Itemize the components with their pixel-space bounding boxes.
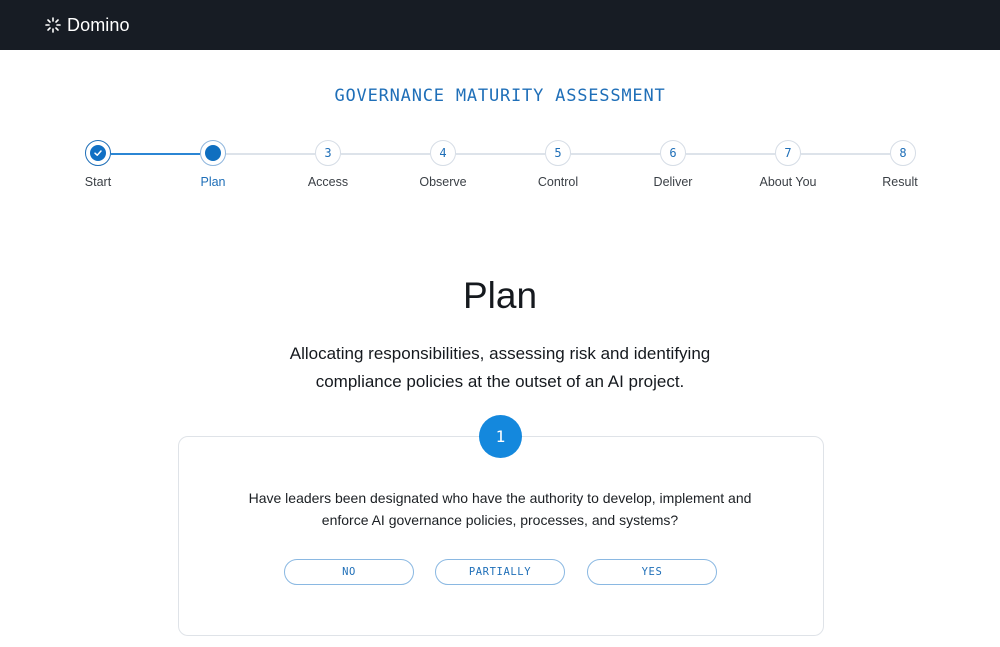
step-connector <box>801 153 890 155</box>
brand-logo[interactable]: Domino <box>45 13 130 37</box>
step-access-node[interactable]: 3 <box>315 140 341 166</box>
step-connector <box>571 153 660 155</box>
step-start-node[interactable] <box>85 140 111 166</box>
question-card <box>178 436 824 636</box>
question-text: Have leaders been designated who have th… <box>248 490 752 528</box>
step-deliver-node[interactable]: 6 <box>660 140 686 166</box>
step-label-control: Control <box>537 175 579 189</box>
top-navigation-bar: Domino <box>0 0 1000 50</box>
step-control-node[interactable]: 5 <box>545 140 571 166</box>
step-connector <box>226 153 315 155</box>
progress-stepper: 3 4 5 6 7 8 Start Plan Access Observe Co… <box>0 140 1000 200</box>
step-connector <box>456 153 545 155</box>
step-about-you-node[interactable]: 7 <box>775 140 801 166</box>
step-connector <box>341 153 430 155</box>
step-label-plan: Plan <box>200 175 226 189</box>
current-step-dot-icon <box>205 145 221 161</box>
checkmark-icon <box>90 145 106 161</box>
step-observe-node[interactable]: 4 <box>430 140 456 166</box>
step-label-deliver: Deliver <box>653 175 693 189</box>
answer-partially-button[interactable]: PARTIALLY <box>435 559 565 585</box>
assessment-title: GOVERNANCE MATURITY ASSESSMENT <box>334 86 666 106</box>
step-label-access: Access <box>307 175 349 189</box>
section-title: Plan <box>462 275 538 316</box>
step-result-node[interactable]: 8 <box>890 140 916 166</box>
brand-name: Domino <box>67 14 130 35</box>
step-label-start: Start <box>84 175 112 189</box>
answer-yes-button[interactable]: YES <box>587 559 717 585</box>
step-connector <box>686 153 775 155</box>
step-label-about-you: About You <box>759 175 817 189</box>
answer-no-button[interactable]: NO <box>284 559 414 585</box>
step-label-observe: Observe <box>419 175 467 189</box>
domino-logo-icon <box>45 17 61 33</box>
section-description: Allocating responsibilities, assessing r… <box>289 344 711 391</box>
step-label-result: Result <box>882 175 918 189</box>
question-number-badge: 1 <box>479 415 522 458</box>
step-connector <box>111 153 200 155</box>
step-plan-node[interactable] <box>200 140 226 166</box>
